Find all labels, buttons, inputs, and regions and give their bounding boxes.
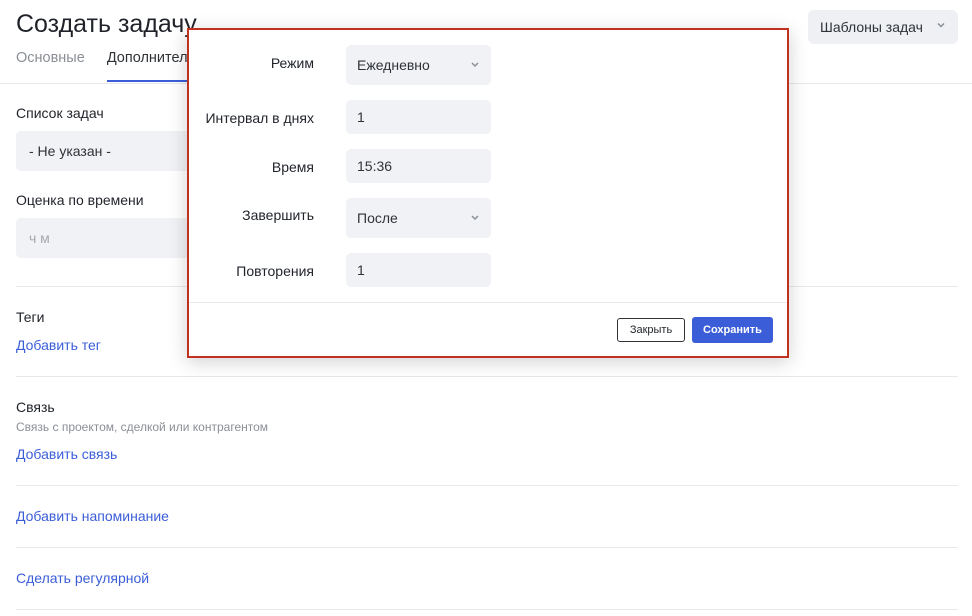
tags-label: Теги <box>16 309 45 325</box>
tabs: Основные Дополнительно <box>16 50 212 82</box>
task-list-label: Список задач <box>16 105 104 121</box>
finish-label: Завершить <box>242 207 314 223</box>
modal-footer-divider <box>189 302 787 303</box>
recurrence-modal: Режим Ежедневно Интервал в днях 1 Время … <box>187 28 789 358</box>
chevron-down-icon <box>471 62 479 68</box>
task-list-value: - Не указан - <box>29 143 111 159</box>
save-button[interactable]: Сохранить <box>692 317 773 343</box>
link-label: Связь <box>16 399 55 415</box>
mode-label: Режим <box>270 55 314 71</box>
repeats-input[interactable]: 1 <box>346 253 491 287</box>
divider <box>16 485 958 486</box>
task-list-select[interactable]: - Не указан - <box>16 131 216 171</box>
close-button[interactable]: Закрыть <box>617 318 685 342</box>
task-templates-label: Шаблоны задач <box>820 19 923 35</box>
divider <box>16 547 958 548</box>
interval-value: 1 <box>357 109 365 125</box>
repeats-value: 1 <box>357 262 365 278</box>
task-templates-button[interactable]: Шаблоны задач <box>808 10 958 44</box>
time-label: Время <box>271 159 314 175</box>
finish-select[interactable]: После <box>346 198 491 238</box>
link-hint: Связь с проектом, сделкой или контрагент… <box>16 420 269 434</box>
repeats-label: Повторения <box>236 263 314 279</box>
page-title: Создать задачу <box>16 10 197 38</box>
add-reminder-link[interactable]: Добавить напоминание <box>16 508 169 524</box>
interval-input[interactable]: 1 <box>346 100 491 134</box>
time-estimate-input[interactable]: ч м <box>16 218 216 258</box>
divider <box>16 609 958 610</box>
mode-select[interactable]: Ежедневно <box>346 45 491 85</box>
add-tag-link[interactable]: Добавить тег <box>16 337 101 353</box>
tab-basic[interactable]: Основные <box>16 50 85 82</box>
time-value: 15:36 <box>357 158 393 174</box>
make-recurring-link[interactable]: Сделать регулярной <box>16 570 149 586</box>
interval-label: Интервал в днях <box>205 110 314 126</box>
add-link-link[interactable]: Добавить связь <box>16 446 117 462</box>
time-input[interactable]: 15:36 <box>346 149 491 183</box>
divider <box>16 376 958 377</box>
chevron-down-icon <box>937 22 945 28</box>
time-estimate-label: Оценка по времени <box>16 192 144 208</box>
chevron-down-icon <box>471 215 479 221</box>
mode-value: Ежедневно <box>357 57 430 73</box>
finish-value: После <box>357 210 398 226</box>
time-estimate-placeholder: ч м <box>29 230 50 246</box>
